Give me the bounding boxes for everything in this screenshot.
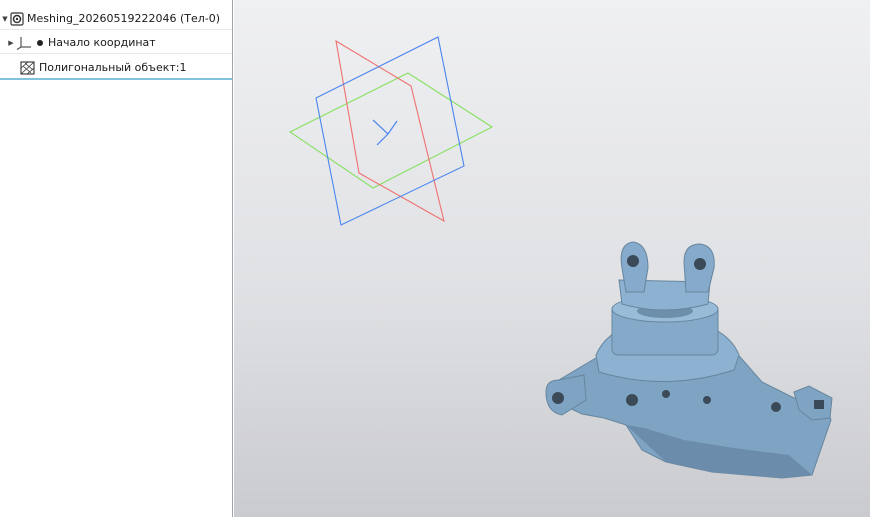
origin-planes[interactable] [288, 36, 494, 226]
coordinate-origin-icon [16, 36, 31, 50]
polygon-object-icon [20, 60, 35, 75]
collapse-arrow-icon[interactable]: ▶ [6, 39, 16, 47]
tree-item-polygon-object[interactable]: Полигональный объект:1 [0, 57, 232, 80]
axis-triad [372, 119, 398, 146]
dot-icon [37, 39, 43, 46]
polygon-model[interactable] [545, 241, 833, 479]
tree-root-item[interactable]: ▼ Meshing_20260519222046 (Тел-0) [0, 8, 232, 30]
body-icon [10, 11, 24, 26]
tree-item-label: Полигональный объект:1 [39, 61, 187, 74]
model-tree-panel: ▼ Meshing_20260519222046 (Тел-0) ▶ Начал… [0, 0, 233, 517]
expand-arrow-icon[interactable]: ▼ [0, 15, 10, 23]
3d-viewport[interactable] [234, 0, 870, 517]
tree-item-label: Начало координат [48, 36, 156, 49]
tree-root-label: Meshing_20260519222046 (Тел-0) [27, 12, 221, 25]
tree-item-coordinate-origin[interactable]: ▶ Начало координат [0, 32, 232, 54]
